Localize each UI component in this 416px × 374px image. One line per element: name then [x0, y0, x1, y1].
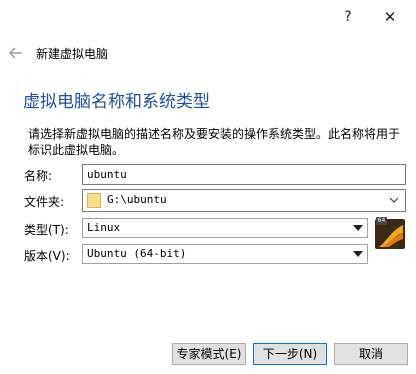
name-input[interactable] — [83, 165, 405, 184]
os-bitness-badge: 64 — [376, 217, 387, 225]
cancel-button[interactable]: 取消 — [334, 343, 408, 365]
close-button[interactable]: ✕ — [378, 6, 402, 28]
folder-icon — [87, 193, 101, 208]
page-title: 虚拟电脑名称和系统类型 — [23, 92, 210, 112]
next-button[interactable]: 下一步(N) — [253, 343, 327, 365]
dropdown-arrow-icon — [353, 251, 363, 257]
chevron-down-icon[interactable] — [389, 193, 399, 210]
name-label: 名称: — [24, 169, 53, 183]
expert-mode-button[interactable]: 专家模式(E) — [172, 343, 246, 365]
folder-label: 文件夹: — [24, 195, 65, 209]
type-dropdown[interactable]: Linux — [82, 218, 368, 238]
version-value: Ubuntu (64-bit) — [87, 247, 187, 260]
back-arrow-icon — [8, 47, 22, 59]
help-button[interactable]: ? — [336, 6, 360, 28]
dropdown-arrow-icon — [353, 225, 363, 231]
type-label: 类型(T): — [24, 223, 69, 237]
title-bar: ? ✕ — [0, 0, 416, 34]
type-value: Linux — [87, 221, 121, 234]
folder-value: G:\ubuntu — [107, 193, 167, 206]
version-dropdown[interactable]: Ubuntu (64-bit) — [82, 244, 368, 264]
folder-select[interactable]: G:\ubuntu — [82, 189, 406, 212]
wizard-header: 新建虚拟电脑 — [0, 36, 416, 72]
version-label: 版本(V): — [24, 249, 70, 263]
back-button[interactable] — [6, 44, 26, 62]
page-description: 请选择新虚拟电脑的描述名称及要安装的操作系统类型。此名称将用于标识此虚拟电脑。 — [28, 127, 401, 157]
name-field[interactable] — [82, 164, 406, 185]
wizard-title: 新建虚拟电脑 — [36, 47, 109, 61]
